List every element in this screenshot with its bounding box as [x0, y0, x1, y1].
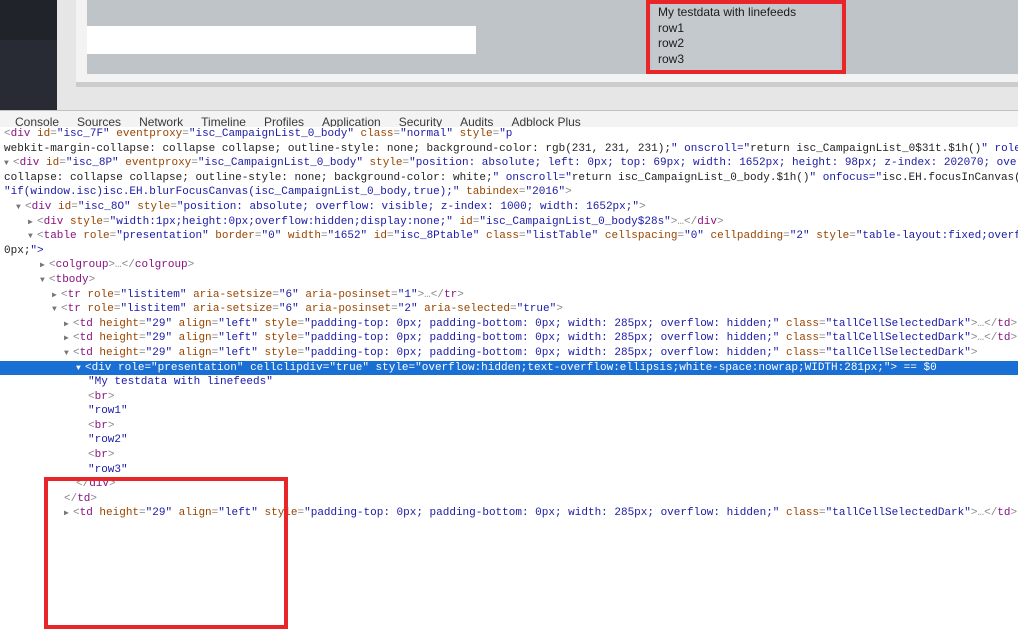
dom-node-line[interactable]: "if(window.isc)isc.EH.blurFocusCanvas(is… — [0, 185, 1018, 200]
triangle-down-icon[interactable]: ▼ — [76, 362, 85, 376]
dom-node-line[interactable]: <br> — [0, 419, 1018, 434]
dom-node-source: <tbody> — [49, 273, 96, 286]
triangle-right-icon[interactable]: ▶ — [40, 259, 49, 273]
dom-node-line[interactable]: ▼ <td height="29" align="left" style="pad… — [0, 346, 1018, 361]
dom-node-source: <div role="presentation" cellclipdiv="tr… — [85, 361, 937, 374]
dom-node-line[interactable]: ▼ <table role="presentation" border="0" w… — [0, 229, 1018, 244]
annotation-top-edge — [44, 477, 288, 481]
triangle-down-icon[interactable]: ▼ — [64, 347, 73, 361]
dom-node-source: </td> — [64, 492, 98, 505]
triangle-right-icon[interactable]: ▶ — [64, 332, 73, 346]
dom-node-line[interactable]: </td> — [0, 492, 1018, 507]
text-input-field[interactable] — [87, 26, 476, 54]
triangle-down-icon[interactable]: ▼ — [16, 201, 25, 215]
browser-page-content: My testdata with linefeeds row1 row2 row… — [0, 0, 1018, 110]
dom-node-source: webkit-margin-collapse: collapse collaps… — [4, 142, 1018, 155]
dom-node-source: <td height="29" align="left" style="padd… — [73, 317, 1018, 330]
dom-node-source: <tr role="listitem" aria-setsize="6" ari… — [61, 288, 464, 301]
dom-node-line[interactable]: <br> — [0, 390, 1018, 405]
triangle-right-icon[interactable]: ▶ — [64, 318, 73, 332]
dom-node-source: <td height="29" align="left" style="padd… — [73, 346, 978, 359]
dom-node-line[interactable]: "row2" — [0, 433, 1018, 448]
dom-node-line[interactable]: ▼ <tr role="listitem" aria-setsize="6" ar… — [0, 302, 1018, 317]
dom-node-line[interactable]: ▶ <td height="29" align="left" style="pad… — [0, 317, 1018, 332]
dom-node-line[interactable]: ▼ <div id="isc_8P" eventproxy="isc_Campai… — [0, 156, 1018, 171]
dom-node-source: collapse: collapse collapse; outline-sty… — [4, 171, 1018, 184]
triangle-down-icon[interactable]: ▼ — [52, 303, 61, 317]
form-bottom-strip — [87, 54, 1018, 74]
dom-node-line[interactable]: ▼ <div id="isc_8O" style="position: absol… — [0, 200, 1018, 215]
dom-node-source: <td height="29" align="left" style="padd… — [73, 507, 1018, 520]
dom-tree-view[interactable]: <div id="isc_7F" eventproxy="isc_Campaig… — [0, 127, 1018, 531]
dom-node-source: "row3" — [88, 463, 128, 476]
dom-node-line[interactable]: ▼ <tbody> — [0, 273, 1018, 288]
dom-node-source: <div id="isc_8P" eventproxy="isc_Campaig… — [13, 157, 1018, 170]
triangle-right-icon[interactable]: ▶ — [64, 507, 73, 521]
dom-node-line[interactable]: ▶ <div style="width:1px;height:0px;overfl… — [0, 215, 1018, 230]
dom-node-line[interactable]: <div id="isc_7F" eventproxy="isc_Campaig… — [0, 127, 1018, 142]
dom-node-source: <colgroup>…</colgroup> — [49, 259, 195, 272]
dom-node-source: <br> — [88, 419, 115, 432]
dom-node-source: "row2" — [88, 434, 128, 447]
dom-node-source: "My testdata with linefeeds" — [88, 376, 273, 389]
dom-node-source: 0px;"> — [4, 244, 44, 257]
dom-node-line[interactable]: "row1" — [0, 404, 1018, 419]
triangle-right-icon[interactable]: ▶ — [52, 289, 61, 303]
dom-node-source: "row1" — [88, 405, 128, 418]
dom-node-line[interactable]: "row3" — [0, 463, 1018, 478]
dom-node-line[interactable]: ▶ <tr role="listitem" aria-setsize="6" ar… — [0, 288, 1018, 303]
dom-node-line[interactable]: ▶ <td height="29" align="left" style="pad… — [0, 506, 1018, 521]
dom-node-source: <table role="presentation" border="0" wi… — [37, 230, 1018, 243]
dom-node-source: <br> — [88, 449, 115, 462]
triangle-down-icon[interactable]: ▼ — [4, 157, 13, 171]
form-toolbar-strip — [87, 0, 1018, 26]
dom-node-line[interactable]: ▶ <colgroup>…</colgroup> — [0, 258, 1018, 273]
dom-node-line[interactable]: 0px;"> — [0, 244, 1018, 259]
dom-node-source: <div id="isc_7F" eventproxy="isc_Campaig… — [4, 128, 513, 140]
dom-node-source: <div style="width:1px;height:0px;overflo… — [37, 215, 724, 228]
dom-node-line[interactable]: ▶ <td height="29" align="left" style="pad… — [0, 331, 1018, 346]
dom-node-source: <td height="29" align="left" style="padd… — [73, 332, 1018, 345]
form-shadow — [76, 82, 1018, 87]
dom-node-selected[interactable]: ▼ <div role="presentation" cellclipdiv="t… — [0, 360, 1018, 376]
dom-node-source: "if(window.isc)isc.EH.blurFocusCanvas(is… — [4, 186, 572, 199]
dom-node-line[interactable]: "My testdata with linefeeds" — [0, 375, 1018, 390]
dom-node-source: <tr role="listitem" aria-setsize="6" ari… — [61, 303, 563, 316]
triangle-down-icon[interactable]: ▼ — [40, 274, 49, 288]
dom-node-source: <div id="isc_8O" style="position: absolu… — [25, 200, 646, 213]
hover-tooltip: My testdata with linefeeds row1 row2 row… — [652, 2, 840, 71]
dom-node-source: <br> — [88, 390, 115, 403]
dom-node-line[interactable]: <br> — [0, 448, 1018, 463]
dark-sidebar-upper — [0, 0, 57, 40]
dark-sidebar-lower — [0, 40, 57, 110]
dom-node-line[interactable]: collapse: collapse collapse; outline-sty… — [0, 171, 1018, 186]
devtools-panel: Console Sources Network Timeline Profiles App… — [0, 110, 1018, 629]
triangle-right-icon[interactable]: ▶ — [28, 216, 37, 230]
dom-node-line[interactable]: webkit-margin-collapse: collapse collaps… — [0, 142, 1018, 157]
triangle-down-icon[interactable]: ▼ — [28, 230, 37, 244]
